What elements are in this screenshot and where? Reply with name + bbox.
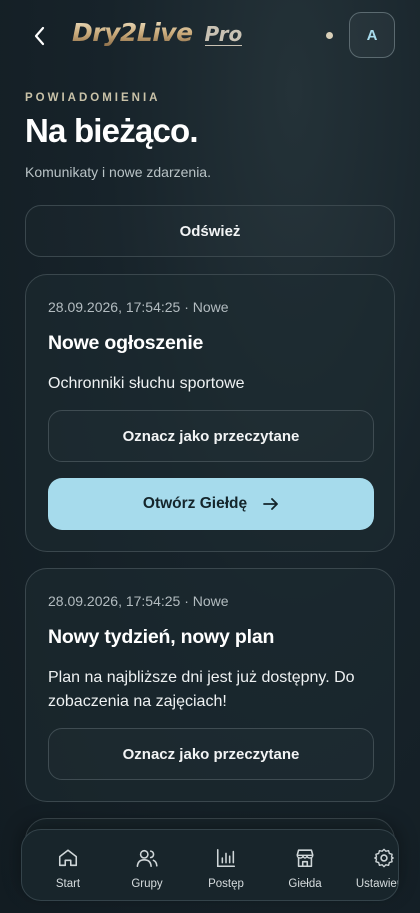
nav-item-settings[interactable]: Ustawienia [344,830,398,900]
notification-card: 28.09.2026, 17:54:25 · Nowe Nowe ogłosze… [25,274,395,552]
back-button[interactable] [26,22,54,50]
nav-item-marketplace[interactable]: Giełda [265,830,345,900]
mark-as-read-label: Oznacz jako przeczytane [122,427,300,445]
section-eyebrow: POWIADOMIENIA [25,92,161,104]
mark-as-read-label: Oznacz jako przeczytane [122,745,300,763]
nav-label: Grupy [131,878,163,890]
status-dot [326,32,333,39]
nav-label: Start [55,878,81,890]
notification-meta: 28.09.2026, 17:54:25 · Nowe [48,299,229,315]
notification-title: Nowe ogłoszenie [48,332,204,354]
notification-body: Plan na najbliższe dni jest już dostępny… [48,669,355,710]
store-icon [294,847,316,869]
refresh-button[interactable]: Odśwież [25,205,395,257]
nav-item-progress[interactable]: Postęp [186,830,266,900]
open-marketplace-button[interactable]: Otwórz Giełdę [48,478,374,530]
arrow-right-icon [263,497,279,511]
gear-icon [373,847,395,869]
bottom-navigation: Start Grupy Postęp Giełda Ustawie [21,829,399,901]
nav-item-groups[interactable]: Grupy [107,830,187,900]
nav-item-start[interactable]: Start [28,830,108,900]
nav-label: Ustawienia [355,878,398,890]
avatar-button[interactable]: A [349,12,395,58]
avatar-initial: A [366,26,378,44]
notification-meta: 28.09.2026, 17:54:25 · Nowe [48,593,229,609]
notification-title: Nowy tydzień, nowy plan [48,626,275,648]
open-marketplace-label: Otwórz Giełdę [142,495,248,512]
notification-body: Ochronniki słuchu sportowe [48,375,245,392]
mark-as-read-button[interactable]: Oznacz jako przeczytane [48,410,374,462]
page-title: Na bieżąco. [25,112,199,149]
home-icon [57,847,79,869]
refresh-button-label: Odśwież [179,222,241,240]
nav-label: Postęp [208,878,244,890]
chevron-left-icon [34,26,45,46]
mark-as-read-button[interactable]: Oznacz jako przeczytane [48,728,374,780]
bar-chart-icon [215,847,237,869]
logo-wordmark: Dry2Live [72,18,193,47]
users-icon [135,847,159,869]
nav-label: Giełda [288,878,322,890]
notification-card: 28.09.2026, 17:54:25 · Nowe Nowy tydzień… [25,568,395,802]
app-logo: Dry2Live Pro [72,18,243,54]
logo-pro-badge: Pro [204,22,243,46]
app-header: Dry2Live Pro A [0,0,420,72]
page-subtitle: Komunikaty i nowe zdarzenia. [25,164,211,180]
